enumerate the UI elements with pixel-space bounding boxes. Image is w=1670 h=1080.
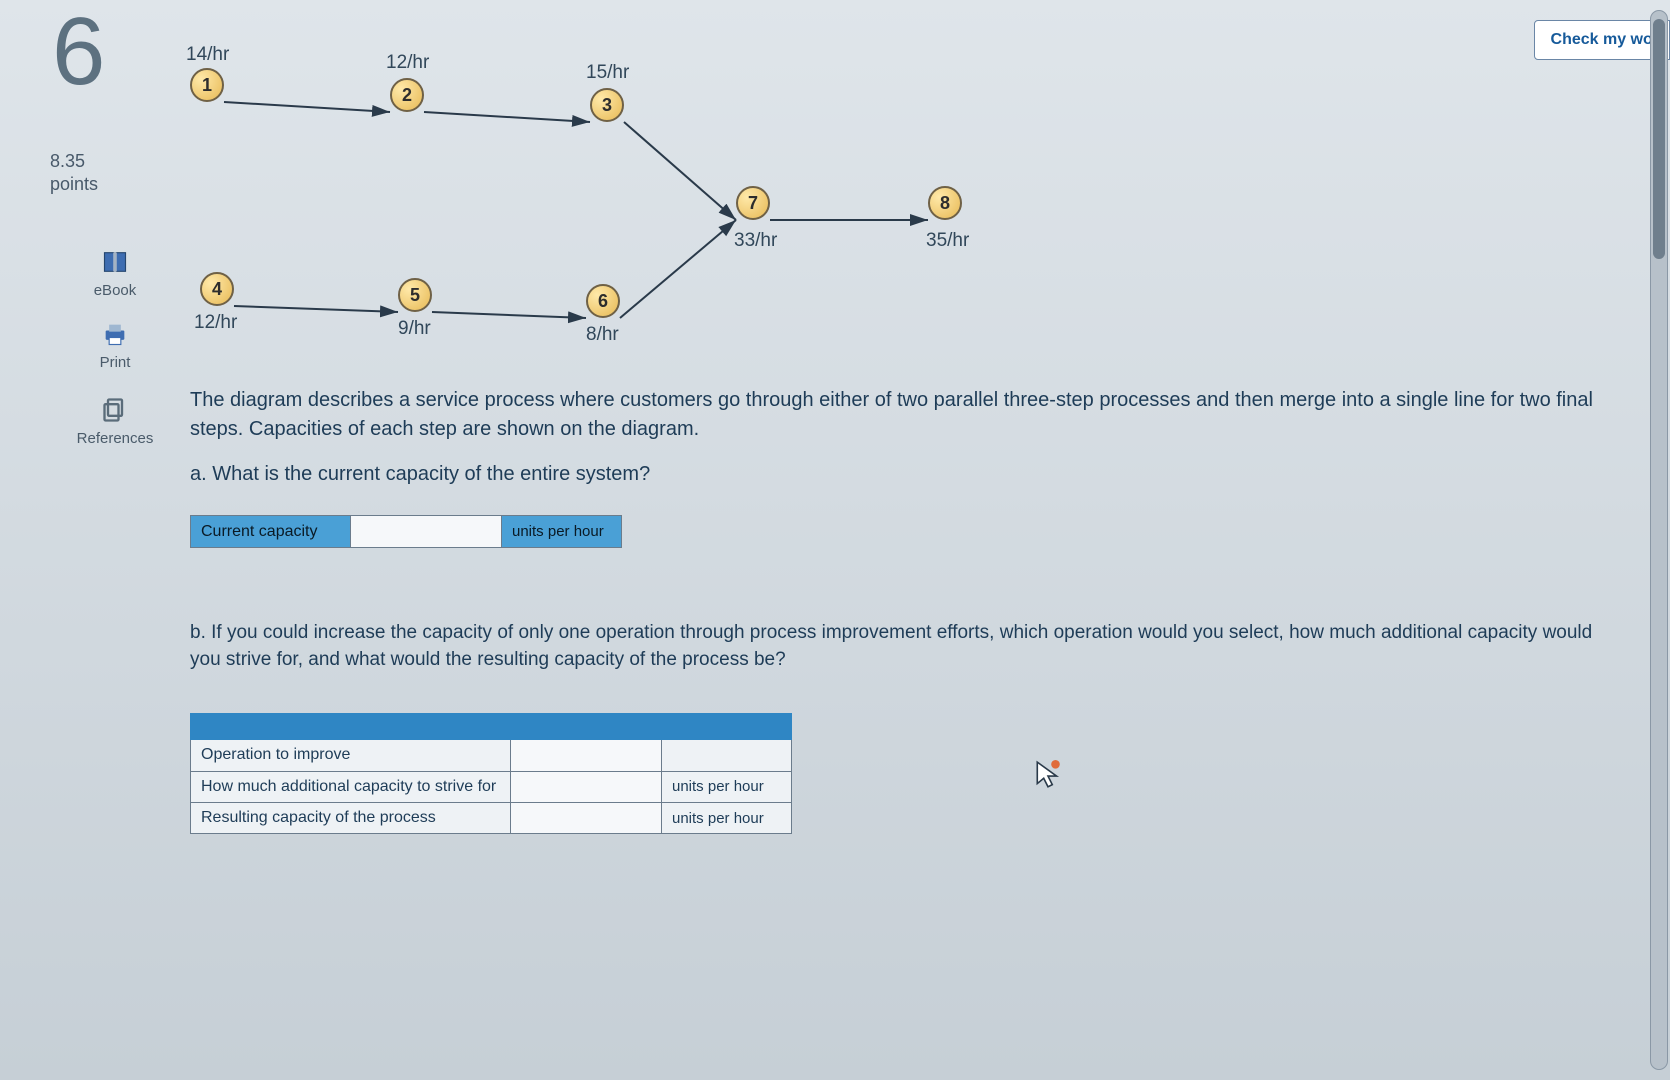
part-a-table: Current capacity units per hour: [190, 515, 622, 548]
node-7: 7: [736, 186, 770, 220]
node-3-capacity: 15/hr: [586, 62, 629, 84]
ebook-label: eBook: [94, 282, 137, 299]
b-row-1-label: How much additional capacity to strive f…: [191, 771, 511, 802]
book-icon: [101, 248, 129, 276]
ebook-tool[interactable]: eBook: [60, 248, 170, 299]
b-row-1-unit: units per hour: [662, 771, 792, 802]
node-1: 1: [190, 68, 224, 102]
part-b-prompt: b. If you could increase the capacity of…: [190, 620, 1610, 673]
node-1-capacity: 14/hr: [186, 44, 229, 66]
b-row-2-unit: units per hour: [662, 802, 792, 833]
diagram-description: The diagram describes a service process …: [190, 386, 1630, 444]
node-4-capacity: 12/hr: [194, 312, 237, 334]
node-8: 8: [928, 186, 962, 220]
current-capacity-input[interactable]: [351, 519, 501, 545]
part-a-prompt: a. What is the current capacity of the e…: [190, 460, 1630, 489]
node-6: 6: [586, 284, 620, 318]
points-word: points: [50, 174, 98, 194]
node-2: 2: [390, 78, 424, 112]
copy-icon: [101, 396, 129, 424]
b-row-0-unit: [662, 740, 792, 771]
node-3: 3: [590, 88, 624, 122]
references-label: References: [77, 430, 154, 447]
b-row-2-input[interactable]: [511, 805, 661, 831]
b-row-0-label: Operation to improve: [191, 740, 511, 771]
question-body: The diagram describes a service process …: [190, 386, 1630, 548]
print-tool[interactable]: Print: [60, 320, 170, 371]
b-row-2-label: Resulting capacity of the process: [191, 802, 511, 833]
b-row-1-input[interactable]: [511, 774, 661, 800]
question-number: 6: [52, 4, 105, 100]
node-8-capacity: 35/hr: [926, 230, 969, 252]
print-label: Print: [100, 354, 131, 371]
node-4: 4: [200, 272, 234, 306]
part-b-table: Operation to improveHow much additional …: [190, 713, 792, 834]
node-7-capacity: 33/hr: [734, 230, 777, 252]
points-value: 8.35: [50, 151, 85, 171]
current-capacity-unit: units per hour: [502, 516, 622, 548]
part-b-section: b. If you could increase the capacity of…: [190, 620, 1610, 834]
node-5-capacity: 9/hr: [398, 318, 431, 340]
references-tool[interactable]: References: [60, 396, 170, 447]
printer-icon: [101, 320, 129, 348]
process-diagram: 114/hr212/hr315/hr412/hr59/hr68/hr733/hr…: [180, 40, 1200, 340]
points-label: 8.35 points: [50, 150, 98, 195]
vertical-scrollbar[interactable]: [1650, 10, 1668, 1070]
b-row-0-input[interactable]: [511, 742, 661, 768]
node-5: 5: [398, 278, 432, 312]
node-6-capacity: 8/hr: [586, 324, 619, 346]
node-2-capacity: 12/hr: [386, 52, 429, 74]
current-capacity-label: Current capacity: [191, 516, 351, 548]
scrollbar-thumb[interactable]: [1653, 19, 1665, 259]
diagram-edges: [180, 40, 1200, 360]
